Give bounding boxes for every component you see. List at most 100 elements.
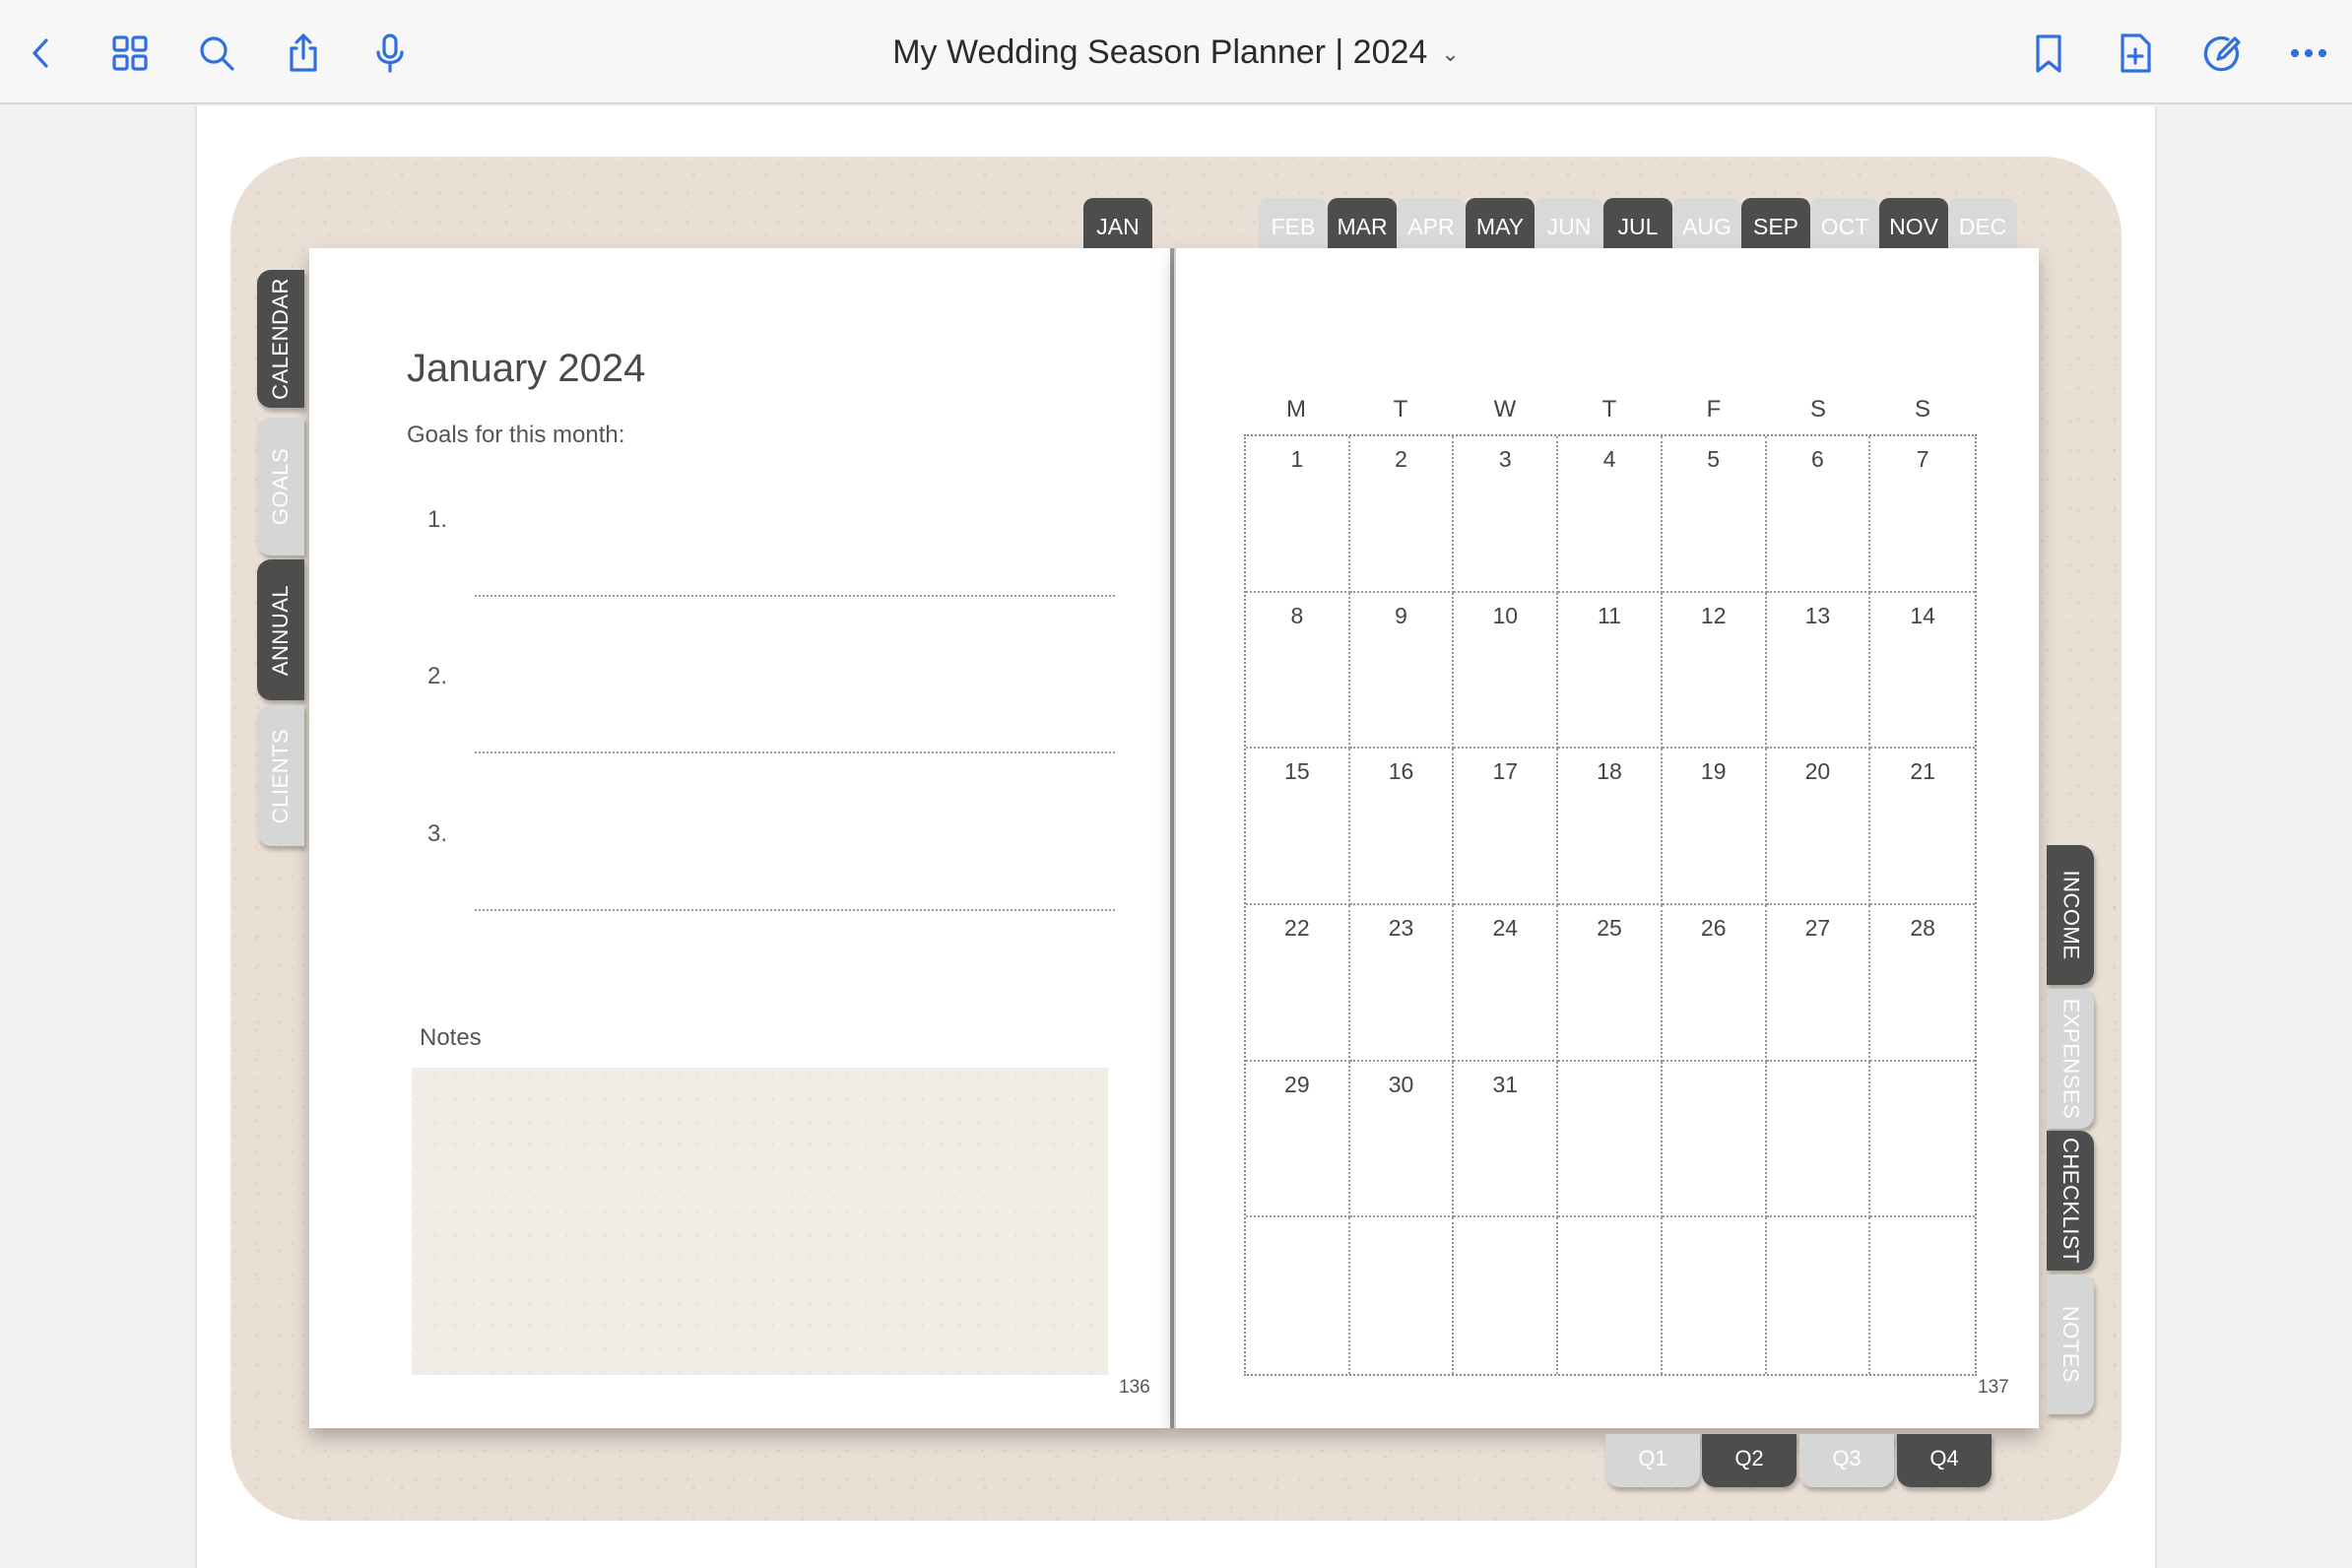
weekday-label: W [1493,396,1517,423]
notes-box[interactable] [412,1068,1108,1375]
calendar-day-empty[interactable] [1767,1217,1871,1374]
calendar-day-22[interactable]: 22 [1246,905,1350,1062]
tab-q2[interactable]: Q2 [1702,1434,1797,1487]
top-toolbar: My Wedding Season Planner | 2024 ⌄ [0,0,2352,104]
tab-month-may[interactable]: MAY [1466,198,1535,248]
tab-checklist[interactable]: CHECKLIST [2047,1131,2094,1271]
calendar-day-empty[interactable] [1663,1217,1767,1374]
document-title[interactable]: My Wedding Season Planner | 2024 ⌄ [0,33,2352,72]
calendar-day-10[interactable]: 10 [1454,592,1559,750]
tab-income[interactable]: INCOME [2047,845,2094,985]
calendar-day-empty[interactable] [1558,1061,1663,1218]
weekday-label: F [1706,396,1722,423]
goal-number: 2. [427,663,448,689]
tab-month-mar[interactable]: MAR [1328,198,1397,248]
goal-number: 1. [427,506,448,533]
tab-month-oct[interactable]: OCT [1810,198,1879,248]
goal-line[interactable] [475,909,1115,911]
calendar-day-empty[interactable] [1870,1217,1975,1374]
calendar-day-30[interactable]: 30 [1349,1061,1455,1218]
calendar-day-6[interactable]: 6 [1766,436,1871,593]
calendar-day-empty[interactable] [1662,1061,1767,1218]
tab-month-feb[interactable]: FEB [1259,198,1328,248]
tab-q3[interactable]: Q3 [1799,1434,1894,1487]
weekday-label: S [1809,396,1826,423]
calendar-day-19[interactable]: 19 [1662,749,1767,905]
weekday-label: T [1601,396,1617,423]
tab-label: INCOME [2058,870,2083,960]
calendar-day-empty[interactable] [1454,1217,1559,1374]
calendar-day-26[interactable]: 26 [1662,905,1767,1062]
bookmark-icon[interactable] [2023,28,2074,79]
tab-month-nov[interactable]: NOV [1879,198,1948,248]
tab-expenses[interactable]: EXPENSES [2047,989,2094,1129]
calendar-day-5[interactable]: 5 [1662,436,1767,593]
tab-label: NOTES [2058,1305,2084,1384]
page-title: January 2024 [407,347,646,390]
goals-label: Goals for this month: [407,422,625,448]
tab-label: CLIENTS [268,728,294,823]
calendar-day-17[interactable]: 17 [1454,749,1559,905]
weekday-label: T [1393,396,1408,423]
calendar-day-3[interactable]: 3 [1454,436,1559,593]
tab-annual[interactable]: ANNUAL [257,559,304,700]
tab-label: CALENDAR [268,278,293,400]
calendar-day-20[interactable]: 20 [1766,749,1871,905]
calendar-day-28[interactable]: 28 [1870,905,1975,1062]
page-number: 137 [1978,1377,2009,1398]
calendar-day-2[interactable]: 2 [1349,436,1455,593]
calendar-day-18[interactable]: 18 [1558,749,1663,905]
tab-month-jul[interactable]: JUL [1603,198,1672,248]
calendar-day-29[interactable]: 29 [1246,1061,1350,1218]
tab-calendar[interactable]: CALENDAR [257,270,304,408]
tab-month-dec[interactable]: DEC [1948,198,2017,248]
calendar-day-31[interactable]: 31 [1454,1061,1559,1218]
calendar-day-9[interactable]: 9 [1349,592,1455,750]
calendar-day-1[interactable]: 1 [1246,436,1350,593]
goal-line[interactable] [475,595,1115,597]
tab-notes[interactable]: NOTES [2047,1274,2094,1414]
calendar-day-empty[interactable] [1870,1062,1975,1218]
tab-q1[interactable]: Q1 [1605,1434,1700,1487]
calendar-day-13[interactable]: 13 [1766,592,1871,750]
calendar-day-empty[interactable] [1350,1217,1455,1374]
calendar-day-23[interactable]: 23 [1349,905,1455,1062]
goal-line[interactable] [475,751,1115,753]
calendar-day-11[interactable]: 11 [1558,592,1663,750]
calendar-day-24[interactable]: 24 [1454,905,1559,1062]
chevron-down-icon: ⌄ [1441,41,1460,67]
tab-month-sep[interactable]: SEP [1741,198,1810,248]
calendar-day-21[interactable]: 21 [1870,749,1975,905]
tab-q4[interactable]: Q4 [1897,1434,1992,1487]
calendar-day-16[interactable]: 16 [1349,749,1455,905]
calendar-day-15[interactable]: 15 [1246,749,1350,905]
goal-number: 3. [427,820,448,847]
tab-clients[interactable]: CLIENTS [257,705,304,846]
calendar-day-empty[interactable] [1766,1061,1871,1218]
tab-month-aug[interactable]: AUG [1672,198,1741,248]
calendar-day-4[interactable]: 4 [1558,436,1663,593]
calendar-day-empty[interactable] [1558,1217,1663,1374]
tab-label: GOALS [268,447,293,526]
calendar-day-8[interactable]: 8 [1246,592,1350,750]
calendar-day-12[interactable]: 12 [1662,592,1767,750]
month-calendar-grid: 1 2 3 4 5 6 7 8 9 10 11 12 13 14 15 16 17 18 19 20 21 22 23 24 2… [1244,434,1977,1376]
tab-goals[interactable]: GOALS [257,418,304,555]
add-page-icon[interactable] [2110,28,2161,79]
tab-month-jan[interactable]: JAN [1083,198,1152,248]
weekday-label: S [1914,396,1930,423]
calendar-day-empty[interactable] [1246,1217,1350,1374]
tab-month-jun[interactable]: JUN [1535,198,1603,248]
calendar-day-25[interactable]: 25 [1558,905,1663,1062]
more-icon[interactable] [2283,28,2334,79]
tab-month-apr[interactable]: APR [1397,198,1466,248]
notes-label: Notes [420,1024,482,1051]
calendar-day-7[interactable]: 7 [1870,436,1975,593]
tab-label: CHECKLIST [2058,1138,2084,1264]
page-number: 136 [1119,1377,1150,1398]
calendar-day-27[interactable]: 27 [1766,905,1871,1062]
calendar-day-14[interactable]: 14 [1870,593,1975,750]
tab-label: ANNUAL [268,584,293,676]
edit-icon[interactable] [2196,28,2248,79]
tab-label: EXPENSES [2058,998,2084,1120]
